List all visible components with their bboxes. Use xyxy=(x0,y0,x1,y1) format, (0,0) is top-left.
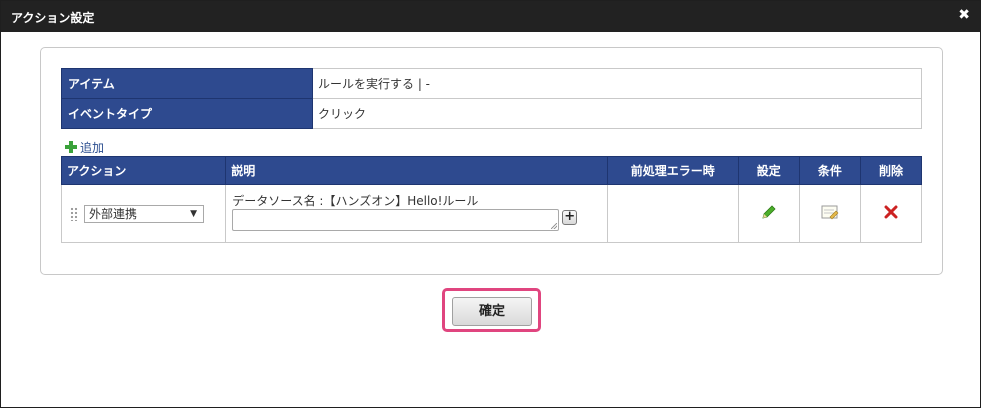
add-action-link[interactable]: 追加 xyxy=(65,140,105,155)
settings-panel: アイテム ルールを実行する | - イベントタイプ クリック 追加 アクション … xyxy=(40,47,943,275)
add-description-button[interactable]: + xyxy=(562,210,578,225)
col-header-pre-error: 前処理エラー時 xyxy=(606,156,739,185)
dialog-title: アクション設定 xyxy=(11,11,95,25)
actions-header-row: アクション 説明 前処理エラー時 設定 条件 削除 xyxy=(60,156,923,185)
note-icon[interactable] xyxy=(821,204,839,223)
col-header-condition: 条件 xyxy=(798,156,861,185)
drag-handle-icon[interactable] xyxy=(70,207,78,221)
col-header-action: アクション xyxy=(60,156,227,185)
description-textarea[interactable] xyxy=(232,209,560,231)
dialog-titlebar: アクション設定 ✖ xyxy=(1,1,980,32)
condition-cell xyxy=(798,184,861,243)
info-row-item: アイテム ルールを実行する | - xyxy=(61,68,922,99)
confirm-highlight: 確定 xyxy=(442,288,541,332)
info-value-item: ルールを実行する | - xyxy=(312,68,922,99)
info-label-item: アイテム xyxy=(61,68,313,99)
action-type-value: 外部連携 xyxy=(89,207,138,221)
actions-table: アクション 説明 前処理エラー時 設定 条件 削除 外部連携 ▼ データソース名… xyxy=(60,156,923,243)
col-header-delete: 削除 xyxy=(859,156,923,185)
delete-cell xyxy=(859,184,923,243)
pencil-icon[interactable] xyxy=(761,204,777,223)
col-header-description: 説明 xyxy=(225,156,608,185)
settings-cell xyxy=(737,184,800,243)
action-type-select[interactable]: 外部連携 ▼ xyxy=(84,205,204,223)
col-header-settings: 設定 xyxy=(737,156,800,185)
confirm-button[interactable]: 確定 xyxy=(452,297,532,326)
description-cell: データソース名 :【ハンズオン】Hello!ルール + xyxy=(225,184,608,243)
info-value-event-type: クリック xyxy=(312,98,922,129)
info-table: アイテム ルールを実行する | - イベントタイプ クリック xyxy=(61,68,922,129)
action-settings-dialog: アクション設定 ✖ アイテム ルールを実行する | - イベントタイプ クリック… xyxy=(0,0,981,408)
info-row-event-type: イベントタイプ クリック xyxy=(61,98,922,129)
close-icon[interactable]: ✖ xyxy=(958,7,970,23)
table-row: 外部連携 ▼ データソース名 :【ハンズオン】Hello!ルール + xyxy=(60,184,923,243)
delete-x-icon[interactable] xyxy=(884,205,898,222)
add-action-label: 追加 xyxy=(80,140,105,155)
dropdown-arrow-icon: ▼ xyxy=(190,209,197,219)
plus-icon xyxy=(65,141,77,153)
info-label-event-type: イベントタイプ xyxy=(61,98,313,129)
action-cell: 外部連携 ▼ xyxy=(60,184,227,243)
pre-error-cell xyxy=(606,184,739,243)
description-text: データソース名 :【ハンズオン】Hello!ルール xyxy=(232,194,479,208)
